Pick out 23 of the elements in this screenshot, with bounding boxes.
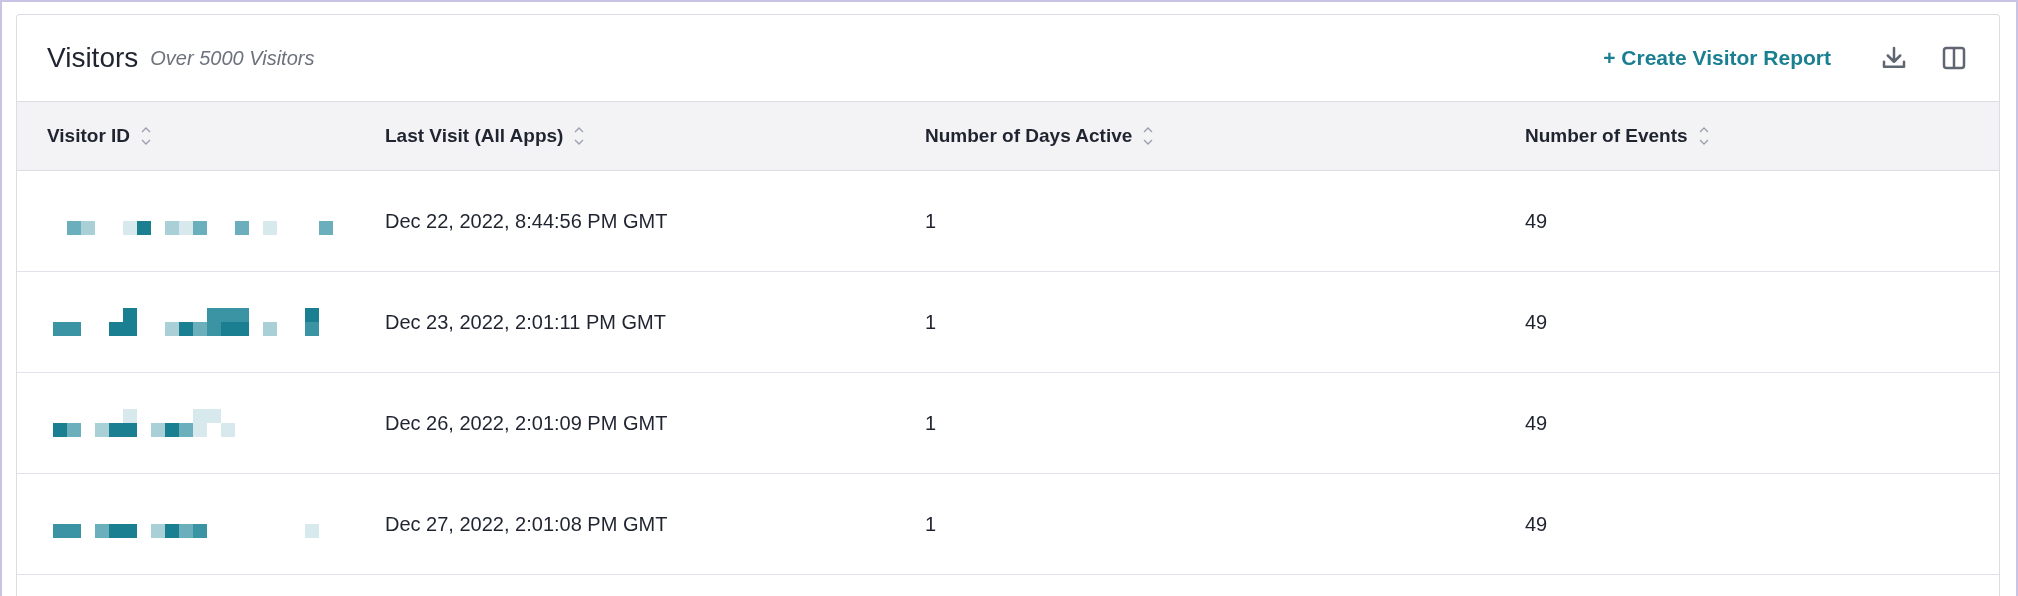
table-cell: 1 (925, 411, 937, 434)
visitor-count: Over 5000 Visitors (150, 46, 315, 70)
column-header[interactable]: Last Visit (All Apps) (385, 125, 564, 147)
column-header[interactable]: Number of Events (1525, 125, 1688, 147)
panel-title: Visitors (47, 42, 139, 74)
sort-icon[interactable] (140, 125, 153, 147)
table-cell: 49 (1525, 209, 1548, 232)
table-cell: 1 (925, 310, 937, 333)
sort-icon[interactable] (573, 125, 586, 147)
table-cell: 1 (925, 512, 937, 535)
table-cell: 49 (1525, 310, 1548, 333)
column-header[interactable]: Number of Days Active (925, 125, 1133, 147)
table-cell: 49 (1525, 512, 1548, 535)
table-cell: 1 (925, 209, 937, 232)
table-cell: Dec 26, 2022, 2:01:09 PM GMT (385, 411, 668, 434)
column-header[interactable]: Visitor ID (47, 125, 131, 147)
table-cell: Dec 27, 2022, 2:01:08 PM GMT (385, 512, 668, 535)
table-cell: Dec 22, 2022, 8:44:56 PM GMT (385, 209, 668, 232)
sort-icon[interactable] (1142, 125, 1155, 147)
table-cell: 49 (1525, 411, 1548, 434)
table-cell: Dec 23, 2022, 2:01:11 PM GMT (385, 310, 666, 333)
sort-icon[interactable] (1697, 125, 1710, 147)
create-report-link[interactable]: + Create Visitor Report (1603, 46, 1831, 70)
